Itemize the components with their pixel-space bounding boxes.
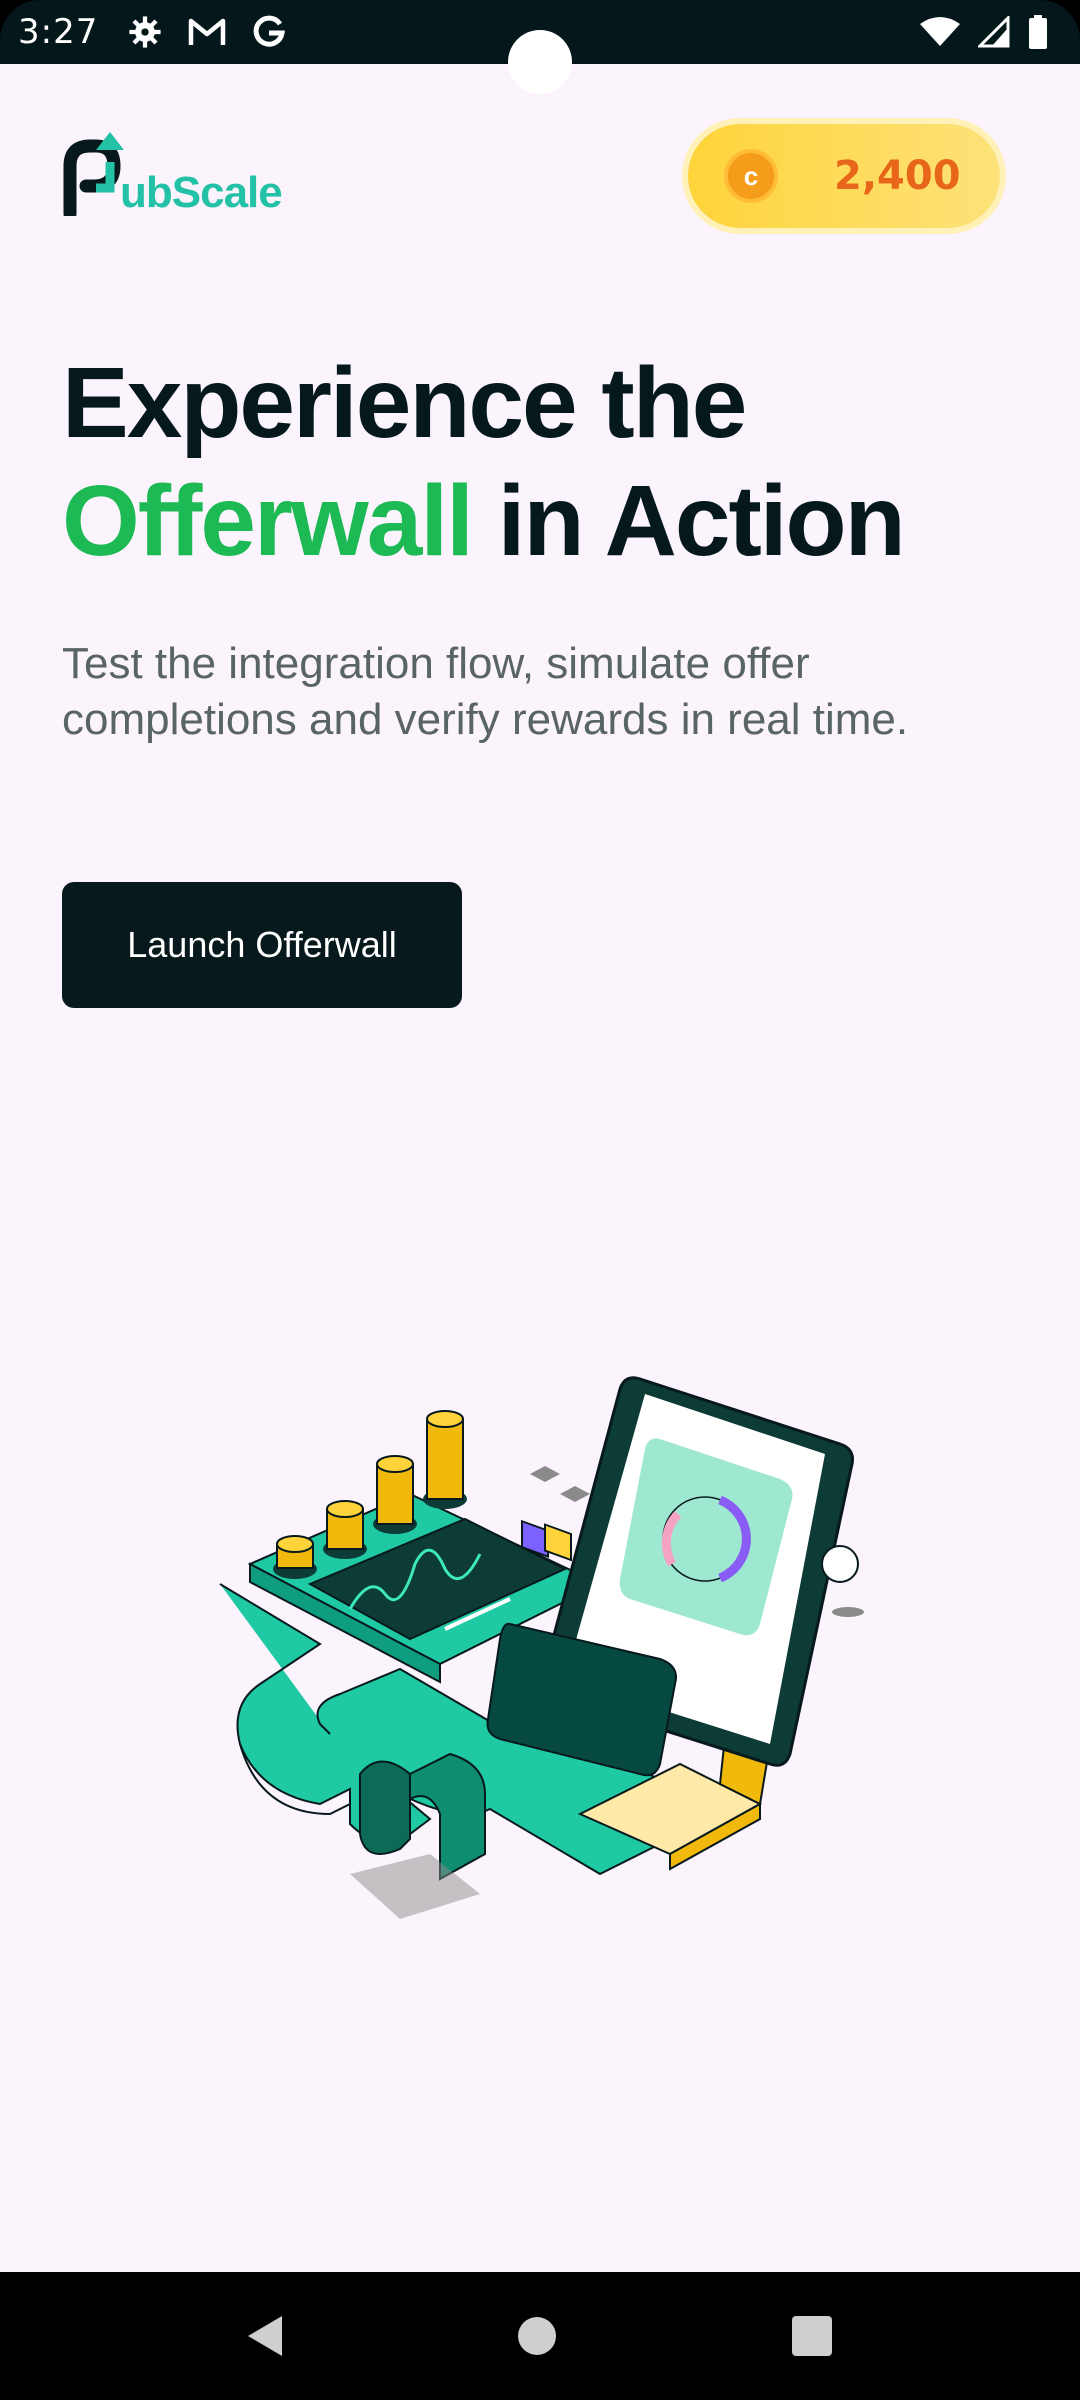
offerwall-illustration [219, 1376, 864, 1919]
gear-icon [129, 16, 161, 48]
system-icons [920, 15, 1048, 49]
battery-icon [1029, 15, 1047, 49]
gmail-icon [189, 18, 226, 45]
headline-highlight: Offerwall [62, 465, 474, 577]
google-icon [254, 15, 286, 47]
navigation-bar [0, 2272, 1080, 2400]
notification-icons [128, 15, 286, 49]
logo-text: ubScale [120, 168, 283, 217]
signal-icon [978, 16, 1010, 48]
page-title: Experience the Offerwall in Action [62, 344, 1022, 580]
headline-line1: Experience the [62, 347, 747, 459]
home-icon[interactable] [518, 2317, 556, 2355]
headline-rest: in Action [471, 465, 906, 577]
pubscale-logo: ubScale [62, 126, 283, 217]
launch-offerwall-button[interactable]: Launch Offerwall [62, 882, 462, 1008]
coin-balance-badge[interactable]: c 2,400 [688, 124, 1000, 228]
coin-symbol: c [743, 160, 759, 191]
status-time: 3:27 [18, 12, 99, 52]
camera-cutout [508, 30, 572, 94]
page-subtitle: Test the integration flow, simulate offe… [62, 639, 909, 744]
wifi-icon [920, 17, 960, 46]
coin-balance-value: 2,400 [834, 153, 961, 199]
back-icon[interactable] [248, 2316, 282, 2356]
recents-icon[interactable] [792, 2316, 832, 2356]
coin-icon: c [724, 149, 778, 203]
app-screen: ubScale c 2,400 Experience the Offerwall… [0, 64, 1080, 2272]
